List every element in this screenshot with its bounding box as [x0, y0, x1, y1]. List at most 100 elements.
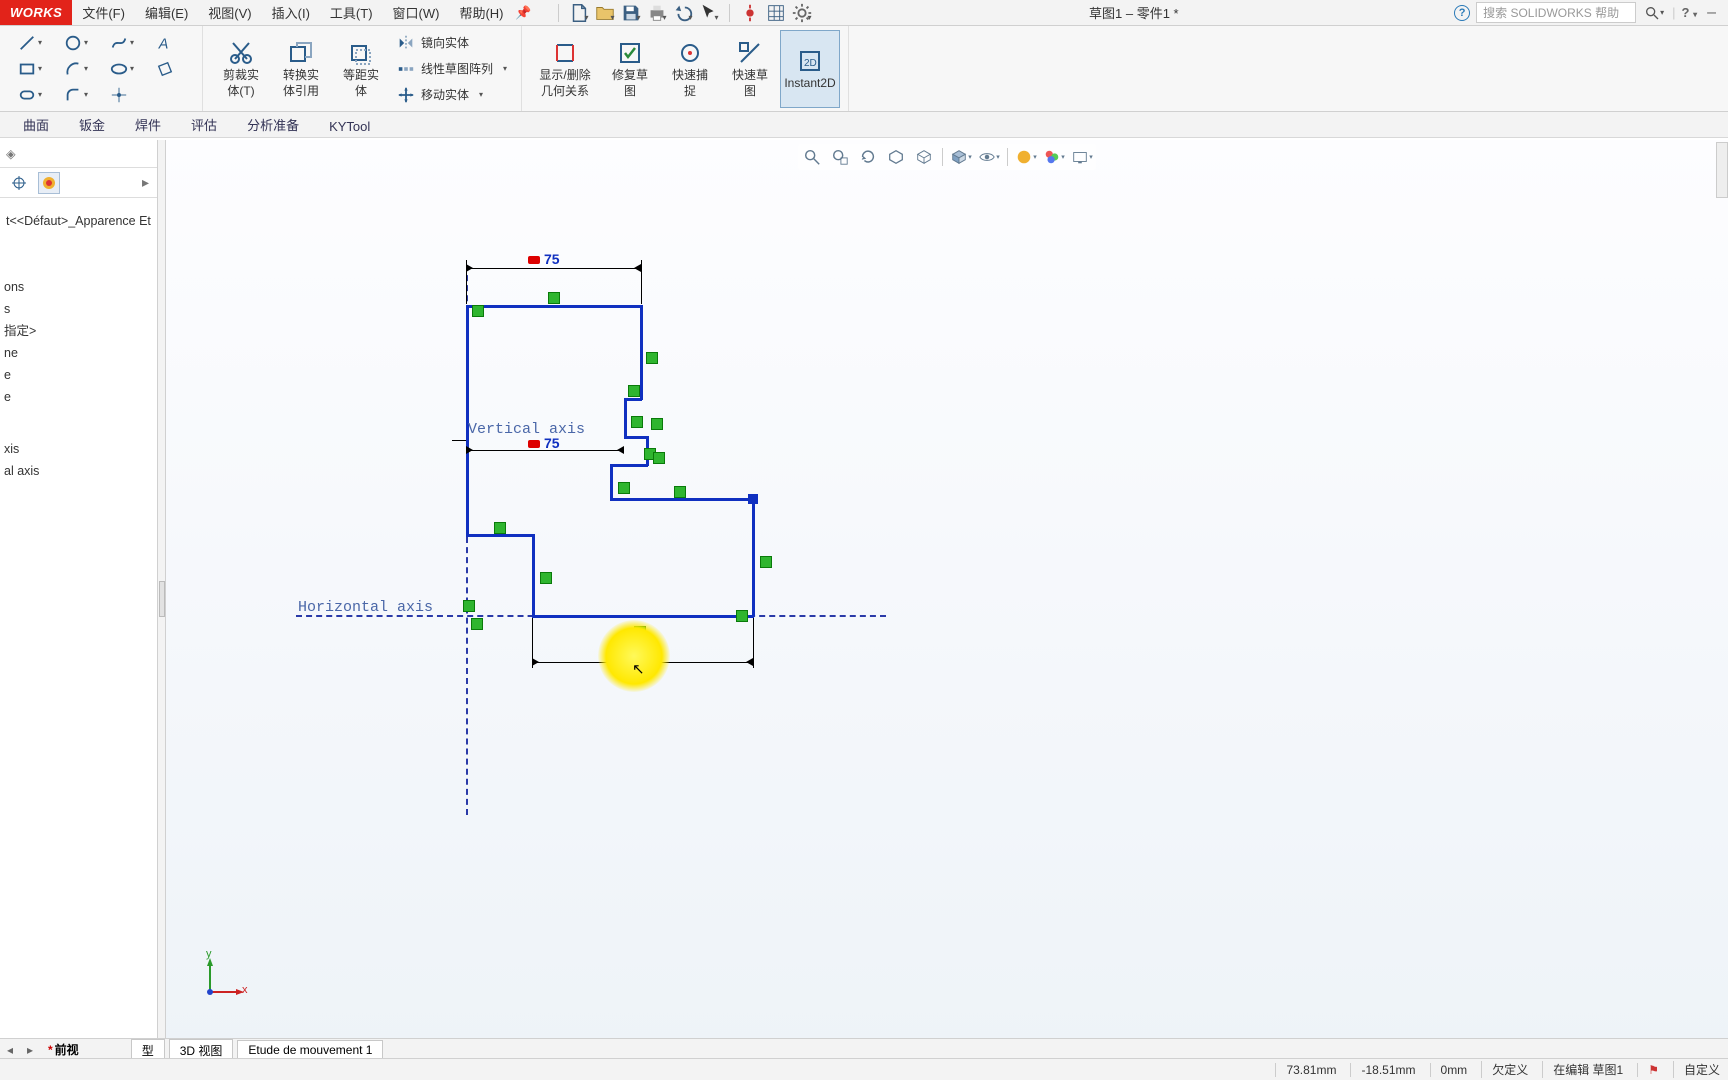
dimension-mid[interactable]: 75	[528, 436, 560, 450]
sketch-edge[interactable]	[624, 436, 648, 439]
rebuild-button[interactable]	[738, 2, 762, 24]
print-button[interactable]: ▾	[645, 2, 669, 24]
relation-icon[interactable]	[548, 292, 560, 304]
tab-weldments[interactable]: 焊件	[120, 111, 176, 137]
sketch-edge[interactable]	[752, 498, 755, 616]
panel-tab-2[interactable]	[38, 172, 60, 194]
sketch-edge[interactable]	[532, 534, 535, 616]
dimension-line[interactable]	[466, 268, 642, 269]
relation-icon[interactable]	[628, 385, 640, 397]
sketch-edge[interactable]	[624, 398, 627, 438]
relation-icon[interactable]	[471, 618, 483, 630]
pattern-button[interactable]: 线性草图阵列▾	[391, 57, 513, 81]
menu-insert[interactable]: 插入(I)	[262, 0, 320, 25]
tree-root[interactable]: t<<Défaut>_Apparence Et	[4, 208, 157, 240]
panel-tab-1[interactable]	[8, 172, 30, 194]
scene-icon[interactable]: ▾	[1042, 146, 1066, 168]
menu-edit[interactable]: 编辑(E)	[135, 0, 198, 25]
relation-icon[interactable]	[540, 572, 552, 584]
sketch-edge[interactable]	[466, 305, 642, 308]
undo-button[interactable]: ▾	[671, 2, 695, 24]
dimension-top[interactable]: 75	[528, 252, 560, 266]
render-icon[interactable]: ▾	[1070, 146, 1094, 168]
circle-tool[interactable]: ▾	[60, 30, 102, 56]
task-pane-collapse[interactable]	[1716, 142, 1728, 198]
menu-tools[interactable]: 工具(T)	[320, 0, 383, 25]
sheet-scroll-left[interactable]: ◂	[0, 1043, 20, 1057]
panel-collapse-arrow[interactable]: ▸	[142, 174, 149, 191]
offset-button[interactable]: 等距实 体	[331, 30, 391, 108]
rectangle-tool[interactable]: ▾	[14, 56, 56, 82]
tree-item[interactable]: 指定>	[4, 320, 157, 342]
relation-icon[interactable]	[653, 452, 665, 464]
appearance-icon[interactable]: ▾	[1014, 146, 1038, 168]
sketch-edge[interactable]	[610, 464, 613, 500]
slot-tool[interactable]: ▾	[14, 82, 56, 108]
new-button[interactable]: ▾	[567, 2, 591, 24]
menu-window[interactable]: 窗口(W)	[383, 0, 450, 25]
tab-analysis[interactable]: 分析准备	[232, 111, 314, 137]
rapid-sketch-button[interactable]: 快速草 图	[720, 30, 780, 108]
search-icon[interactable]: ▾	[1642, 2, 1666, 24]
zoom-area-icon[interactable]	[828, 146, 852, 168]
quick-snap-button[interactable]: 快速捕 捉	[660, 30, 720, 108]
arc-tool[interactable]: ▾	[60, 56, 102, 82]
dimension-line[interactable]	[532, 662, 754, 663]
ellipse-tool[interactable]: ▾	[106, 56, 148, 82]
repair-sketch-button[interactable]: 修复草 图	[600, 30, 660, 108]
zoom-fit-icon[interactable]	[800, 146, 824, 168]
relation-icon[interactable]	[472, 305, 484, 317]
relation-icon[interactable]	[646, 352, 658, 364]
tree-item[interactable]: xis	[4, 438, 157, 460]
relation-icon[interactable]	[651, 418, 663, 430]
tab-kytool[interactable]: KYTool	[314, 115, 385, 137]
tab-sheetmetal[interactable]: 钣金	[64, 111, 120, 137]
relation-icon[interactable]	[634, 626, 646, 638]
sketch-edge[interactable]	[532, 615, 754, 618]
text-tool[interactable]: A	[152, 30, 194, 56]
menu-file[interactable]: 文件(F)	[72, 0, 135, 25]
spline-tool[interactable]: ▾	[106, 30, 148, 56]
sketch-edge[interactable]	[624, 398, 642, 401]
sheet-scroll-right[interactable]: ▸	[20, 1043, 40, 1057]
help-search[interactable]: 搜索 SOLIDWORKS 帮助	[1476, 2, 1636, 23]
feature-tree[interactable]: t<<Défaut>_Apparence Et ons s 指定> ne e e…	[0, 198, 157, 482]
open-button[interactable]: ▾	[593, 2, 617, 24]
save-button[interactable]: ▾	[619, 2, 643, 24]
move-button[interactable]: 移动实体▾	[391, 83, 513, 107]
tree-item[interactable]: e	[4, 364, 157, 386]
sketch-edge[interactable]	[466, 534, 534, 537]
tree-item[interactable]: s	[4, 298, 157, 320]
display-style-icon[interactable]: ▾	[949, 146, 973, 168]
sketch-edge[interactable]	[610, 464, 648, 467]
status-flag-icon[interactable]: ⚑	[1637, 1063, 1659, 1077]
convert-button[interactable]: 转换实 体引用	[271, 30, 331, 108]
help-dropdown[interactable]: ? ▾	[1682, 5, 1698, 20]
tab-surface[interactable]: 曲面	[8, 111, 64, 137]
line-tool[interactable]: ▾	[14, 30, 56, 56]
status-custom[interactable]: 自定义	[1673, 1061, 1720, 1078]
plane-tool[interactable]	[152, 56, 194, 82]
previous-view-icon[interactable]	[856, 146, 880, 168]
relation-icon[interactable]	[618, 482, 630, 494]
orientation-triad[interactable]: y x	[198, 954, 248, 1004]
relation-icon[interactable]	[736, 610, 748, 622]
tree-item[interactable]: e	[4, 386, 157, 408]
tree-item[interactable]: ne	[4, 342, 157, 364]
sketch-edge[interactable]	[640, 305, 643, 400]
relation-icon[interactable]	[463, 600, 475, 612]
tab-evaluate[interactable]: 评估	[176, 111, 232, 137]
tree-item[interactable]: ons	[4, 276, 157, 298]
display-relations-button[interactable]: 显示/删除 几何关系	[530, 30, 600, 108]
relation-icon[interactable]	[631, 416, 643, 428]
sketch-point[interactable]	[748, 494, 758, 504]
menu-help[interactable]: 帮助(H)	[449, 0, 513, 25]
instant2d-button[interactable]: 2D Instant2D	[780, 30, 840, 108]
view-orientation-icon[interactable]	[912, 146, 936, 168]
panel-splitter[interactable]	[158, 140, 166, 1058]
help-icon[interactable]: ?	[1454, 5, 1470, 21]
select-button[interactable]: ▾	[697, 2, 721, 24]
relation-icon[interactable]	[760, 556, 772, 568]
fillet-tool[interactable]: ▾	[60, 82, 102, 108]
point-tool[interactable]	[106, 82, 148, 108]
